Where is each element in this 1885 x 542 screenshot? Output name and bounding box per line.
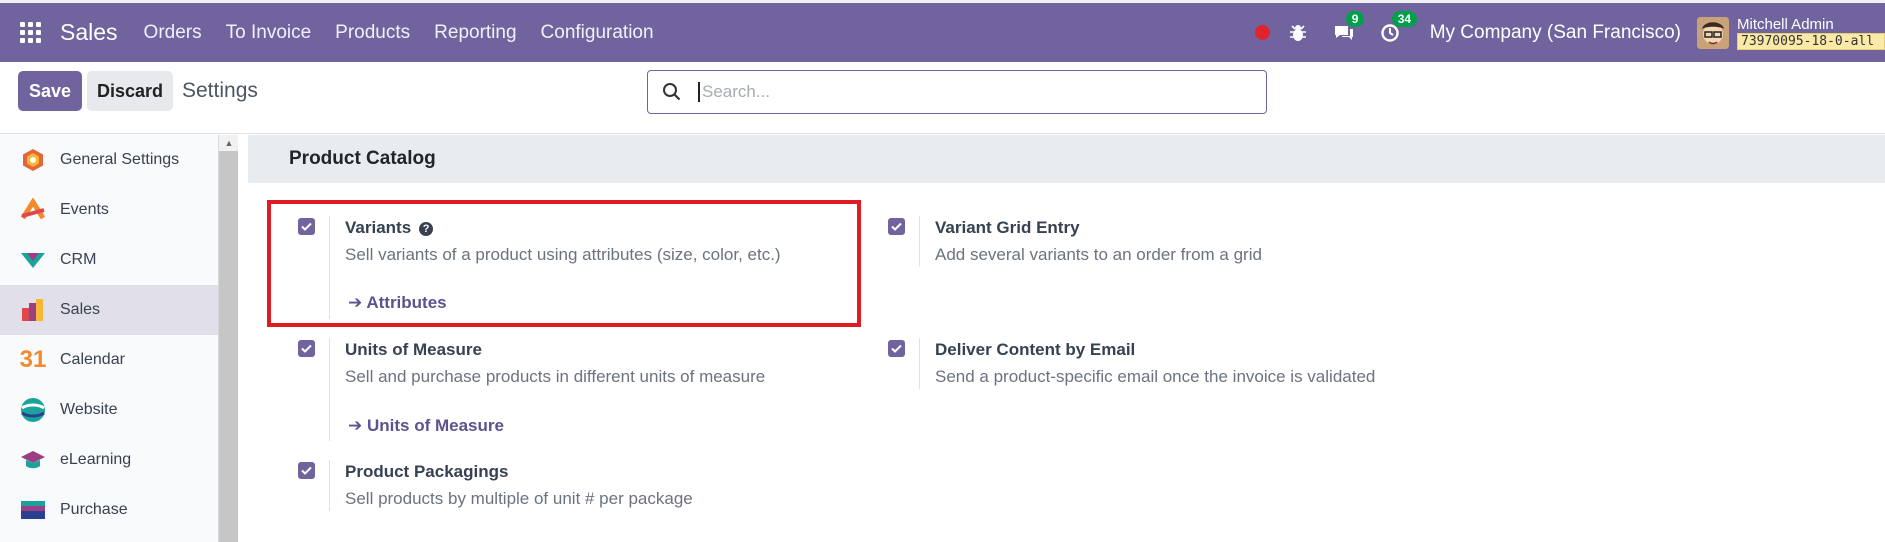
packagings-title: Product Packagings <box>345 462 509 481</box>
top-navbar: Sales Orders To Invoice Products Reporti… <box>0 0 1885 62</box>
menu-configuration[interactable]: Configuration <box>541 22 654 44</box>
purchase-icon <box>20 497 46 523</box>
sidebar-item-events[interactable]: Events <box>0 185 218 235</box>
variant-grid-description: Add several variants to an order from a … <box>935 245 1262 264</box>
arrow-right-icon: ➔ <box>348 293 363 312</box>
navbar-systray: 9 34 My Company (San Francisco) Mitchell… <box>1254 3 1885 62</box>
sidebar-item-label: Website <box>60 401 118 418</box>
calendar-icon: 31 <box>19 346 47 373</box>
divider <box>329 216 330 319</box>
settings-content: Product Catalog Variants? Sell variants … <box>238 135 1885 542</box>
general-settings-icon <box>20 147 46 173</box>
sidebar-item-website[interactable]: Website <box>0 385 218 435</box>
search-icon <box>662 82 682 102</box>
save-button[interactable]: Save <box>18 71 82 111</box>
user-name: Mitchell Admin <box>1737 15 1834 33</box>
sidebar-item-label: Events <box>60 201 109 218</box>
variant-grid-title: Variant Grid Entry <box>935 218 1080 237</box>
deliver-content-title: Deliver Content by Email <box>935 340 1136 359</box>
website-icon <box>20 397 46 423</box>
menu-orders[interactable]: Orders <box>144 22 202 44</box>
database-name: 73970095-18-0-all <box>1737 32 1885 50</box>
menu-products[interactable]: Products <box>335 22 410 44</box>
attributes-link-label: Attributes <box>366 293 447 312</box>
variant-grid-checkbox[interactable] <box>888 218 905 235</box>
user-avatar[interactable] <box>1697 16 1729 49</box>
variants-title: Variants? <box>345 218 434 238</box>
packagings-description: Sell products by multiple of unit # per … <box>345 489 693 508</box>
divider <box>919 216 920 267</box>
sidebar-item-crm[interactable]: CRM <box>0 235 218 285</box>
page-title: Settings <box>182 79 258 102</box>
events-icon <box>20 197 46 223</box>
divider <box>919 338 920 389</box>
sidebar-scrollbar[interactable]: ▲ <box>218 135 239 542</box>
messages-icon[interactable]: 9 <box>1332 10 1365 45</box>
apps-grid-icon[interactable] <box>20 21 42 44</box>
uom-checkbox[interactable] <box>298 340 315 357</box>
divider <box>329 338 330 441</box>
user-menu[interactable]: Mitchell Admin 73970095-18-0-all <box>1737 16 1885 50</box>
recording-dot-icon[interactable] <box>1254 25 1270 40</box>
deliver-content-checkbox[interactable] <box>888 340 905 357</box>
sidebar-item-general-settings[interactable]: General Settings <box>0 135 218 185</box>
activities-badge: 34 <box>1391 10 1418 27</box>
messages-badge: 9 <box>1345 10 1365 27</box>
sidebar-item-calendar[interactable]: 31 Calendar <box>0 335 218 385</box>
sidebar-item-label: eLearning <box>60 451 132 468</box>
uom-link[interactable]: ➔ Units of Measure <box>348 416 504 436</box>
settings-sidebar: General Settings Events CRM Sales 31 Cal… <box>0 135 218 542</box>
sidebar-item-label: Sales <box>60 301 101 318</box>
uom-link-label: Units of Measure <box>366 416 504 435</box>
section-title: Product Catalog <box>248 135 1885 183</box>
uom-description: Sell and purchase products in different … <box>345 367 766 386</box>
scroll-up-arrow-icon[interactable]: ▲ <box>219 135 239 151</box>
sidebar-item-label: CRM <box>60 251 97 268</box>
sidebar-item-elearning[interactable]: eLearning <box>0 435 218 485</box>
search-input[interactable] <box>698 82 1238 102</box>
help-icon[interactable]: ? <box>419 222 434 236</box>
menu-reporting[interactable]: Reporting <box>434 22 516 44</box>
control-panel: Save Discard Settings <box>0 62 1885 134</box>
sidebar-item-sales[interactable]: Sales <box>0 285 218 335</box>
packagings-checkbox[interactable] <box>298 462 315 479</box>
bug-icon[interactable] <box>1286 21 1310 45</box>
activities-clock-icon[interactable]: 34 <box>1378 10 1418 45</box>
sidebar-item-label: Purchase <box>60 501 128 518</box>
crm-icon <box>20 247 46 273</box>
deliver-content-description: Send a product-specific email once the i… <box>935 367 1376 386</box>
company-switcher[interactable]: My Company (San Francisco) <box>1430 22 1681 44</box>
app-brand[interactable]: Sales <box>60 19 118 46</box>
variants-description: Sell variants of a product using attribu… <box>345 245 781 264</box>
attributes-link[interactable]: ➔ Attributes <box>348 293 447 313</box>
sidebar-item-label: General Settings <box>60 151 180 168</box>
arrow-right-icon: ➔ <box>348 416 363 435</box>
divider <box>329 460 330 511</box>
menu-to-invoice[interactable]: To Invoice <box>226 22 312 44</box>
discard-button[interactable]: Discard <box>87 71 173 111</box>
sidebar-item-purchase[interactable]: Purchase <box>0 485 218 535</box>
sidebar-item-label: Calendar <box>60 351 125 368</box>
uom-title: Units of Measure <box>345 340 482 359</box>
variants-title-text: Variants <box>345 218 412 237</box>
variants-checkbox[interactable] <box>298 218 315 235</box>
elearning-icon <box>20 447 46 473</box>
sales-icon <box>20 297 46 323</box>
search-box[interactable] <box>647 70 1267 114</box>
